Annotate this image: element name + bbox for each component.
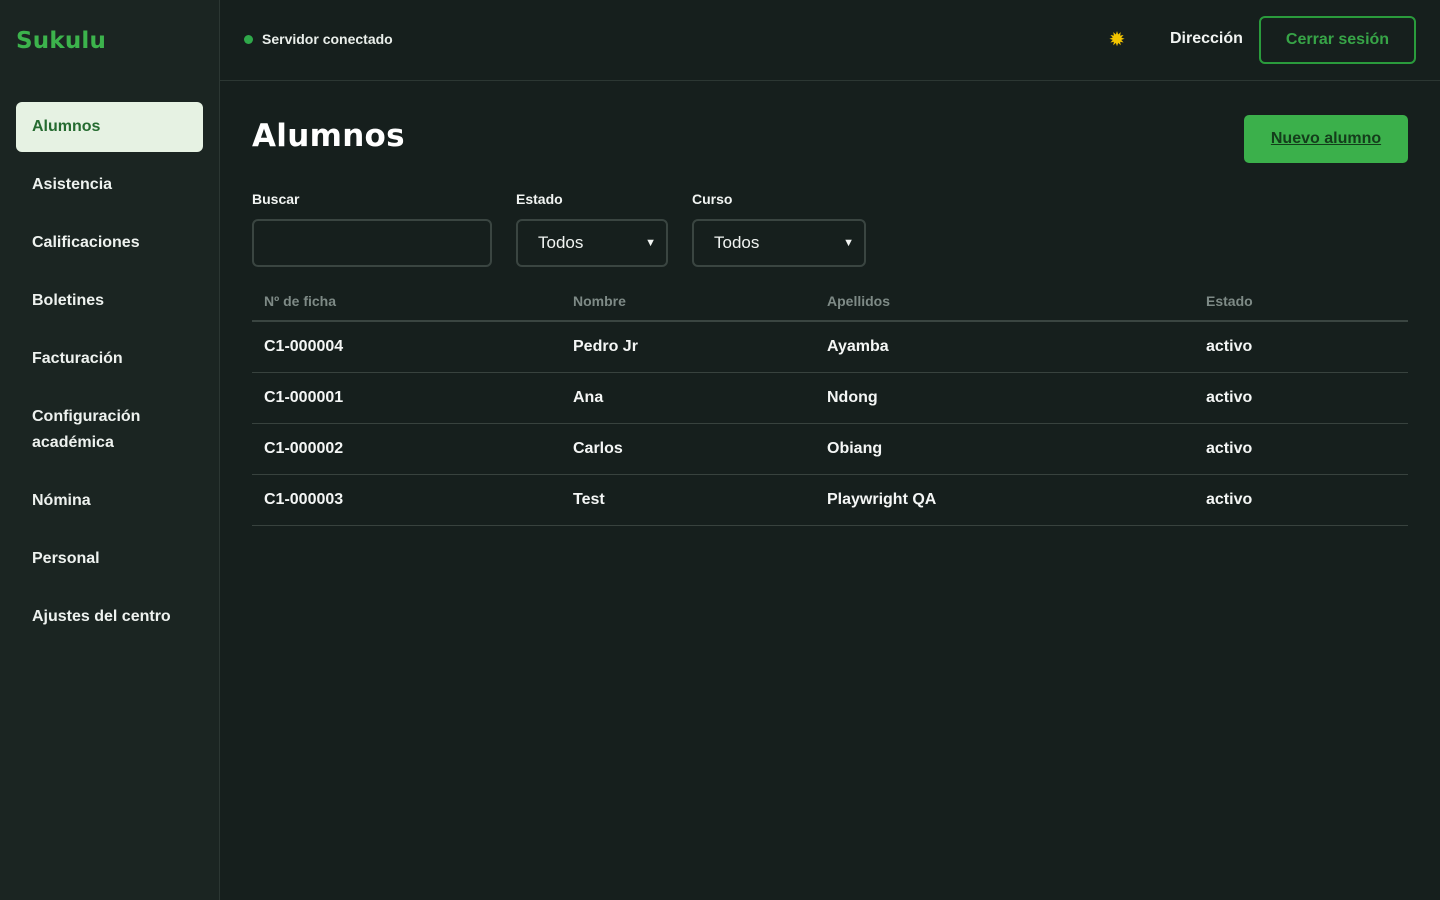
cell-estado: activo	[1206, 389, 1253, 406]
user-role: Dirección	[1170, 30, 1243, 47]
table-row[interactable]: C1-000002 Carlos Obiang activo	[252, 424, 1408, 475]
column-header-apellidos[interactable]: Apellidos	[827, 293, 1206, 309]
column-header-ficha[interactable]: Nº de ficha	[252, 293, 573, 309]
search-label: Buscar	[252, 191, 300, 207]
cell-apellidos: Ndong	[827, 389, 878, 406]
server-status: Servidor conectado	[244, 31, 393, 47]
cell-ficha: C1-000004	[264, 338, 344, 355]
estado-label: Estado	[516, 191, 563, 207]
estado-select-value: Todos	[538, 233, 584, 252]
brand-logo[interactable]: Sukulu	[16, 28, 106, 54]
cell-nombre: Carlos	[573, 440, 623, 457]
column-header-nombre[interactable]: Nombre	[573, 293, 827, 309]
sidebar-item-configuracion-academica[interactable]: Configuración académica	[16, 392, 203, 468]
curso-label: Curso	[692, 191, 733, 207]
sidebar-item-calificaciones[interactable]: Calificaciones	[16, 218, 203, 268]
sidebar-item-personal[interactable]: Personal	[16, 534, 203, 584]
chevron-down-icon: ▼	[645, 237, 656, 249]
cell-apellidos: Obiang	[827, 440, 883, 457]
sidebar-nav: Alumnos Asistencia Calificaciones Boleti…	[16, 102, 203, 650]
sidebar-item-boletines[interactable]: Boletines	[16, 276, 203, 326]
curso-select-value: Todos	[714, 233, 760, 252]
column-header-estado[interactable]: Estado	[1206, 293, 1408, 309]
cell-apellidos: Ayamba	[827, 338, 889, 355]
table-row[interactable]: C1-000001 Ana Ndong activo	[252, 373, 1408, 424]
new-student-button[interactable]: Nuevo alumno	[1244, 115, 1408, 163]
cell-apellidos: Playwright QA	[827, 491, 937, 508]
topbar: Servidor conectado ✹ Dirección Cerrar se…	[220, 0, 1440, 81]
page-title: Alumnos	[252, 118, 405, 154]
sidebar-item-facturacion[interactable]: Facturación	[16, 334, 203, 384]
table-header: Nº de ficha Nombre Apellidos Estado	[252, 282, 1408, 322]
students-table: Nº de ficha Nombre Apellidos Estado C1-0…	[252, 282, 1408, 526]
cell-estado: activo	[1206, 491, 1253, 508]
cell-ficha: C1-000002	[264, 440, 344, 457]
cell-nombre: Pedro Jr	[573, 338, 638, 355]
table-row[interactable]: C1-000004 Pedro Jr Ayamba activo	[252, 322, 1408, 373]
cell-estado: activo	[1206, 440, 1253, 457]
search-input[interactable]	[252, 219, 492, 267]
cell-nombre: Ana	[573, 389, 604, 406]
cell-estado: activo	[1206, 338, 1253, 355]
chevron-down-icon: ▼	[843, 237, 854, 249]
sidebar: Sukulu Alumnos Asistencia Calificaciones…	[0, 0, 220, 900]
server-status-label: Servidor conectado	[262, 31, 393, 47]
cell-ficha: C1-000001	[264, 389, 344, 406]
curso-select[interactable]: Todos ▼	[692, 219, 866, 267]
sidebar-item-alumnos[interactable]: Alumnos	[16, 102, 203, 152]
sidebar-item-nomina[interactable]: Nómina	[16, 476, 203, 526]
sun-icon[interactable]: ✹	[1106, 28, 1128, 52]
sidebar-item-ajustes-del-centro[interactable]: Ajustes del centro	[16, 592, 203, 642]
table-row[interactable]: C1-000003 Test Playwright QA activo	[252, 475, 1408, 526]
logout-button[interactable]: Cerrar sesión	[1259, 16, 1416, 64]
cell-ficha: C1-000003	[264, 491, 344, 508]
status-dot-icon	[244, 34, 253, 44]
sidebar-item-asistencia[interactable]: Asistencia	[16, 160, 203, 210]
estado-select[interactable]: Todos ▼	[516, 219, 668, 267]
cell-nombre: Test	[573, 491, 605, 508]
